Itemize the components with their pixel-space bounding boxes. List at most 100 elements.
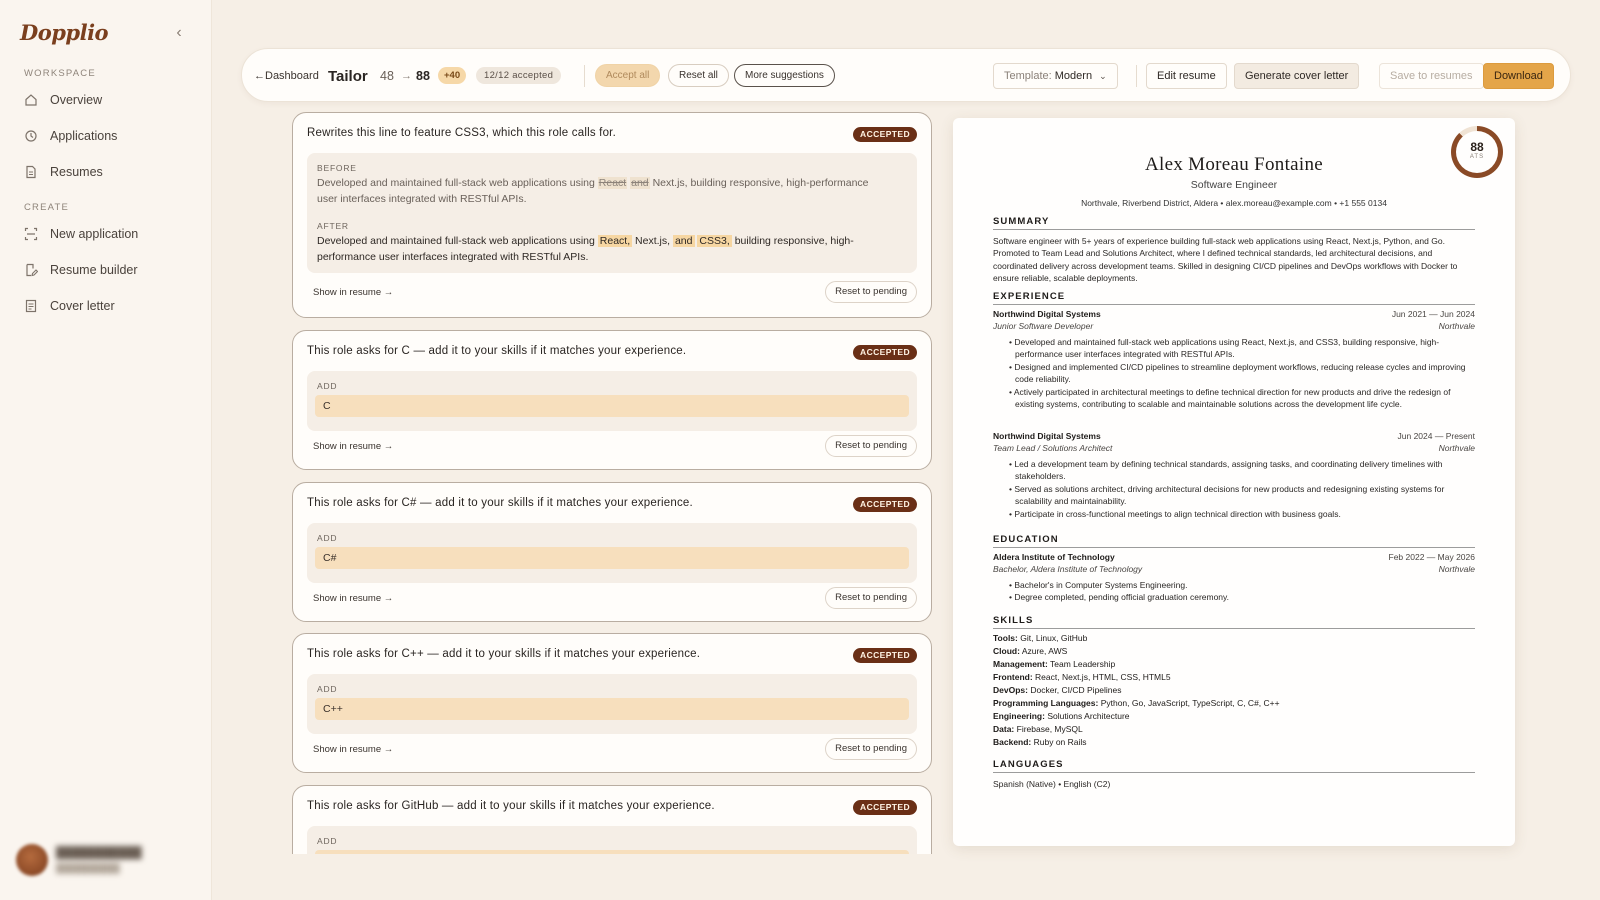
sidebar-item-label: Cover letter [50, 299, 115, 313]
reset-to-pending-button[interactable]: Reset to pending [825, 738, 917, 760]
resume-name: Alex Moreau Fontaine [1144, 154, 1323, 175]
added-skill: C++ [315, 698, 909, 720]
more-suggestions-button[interactable]: More suggestions [734, 64, 835, 87]
edit-document-icon [24, 263, 39, 277]
suggestion-text: This role asks for C++ — add it to your … [307, 648, 701, 660]
education-header: Aldera Institute of Technology Feb 2022 —… [993, 552, 1475, 562]
reset-to-pending-button[interactable]: Reset to pending [825, 281, 917, 303]
before-text: Developed and maintained full-stack web … [317, 177, 869, 205]
show-in-resume-link[interactable]: Show in resume → [313, 593, 393, 604]
resume-contact: Northvale, Riverbend District, Aldera • … [1081, 198, 1387, 208]
suggestions-list: Rewrites this line to feature CSS3, whic… [290, 112, 934, 854]
save-to-resumes-button[interactable]: Save to resumes [1379, 63, 1484, 89]
app-logo[interactable]: Dopplio [20, 20, 109, 45]
sidebar-item-cover-letter[interactable]: Cover letter [18, 292, 198, 320]
added-skill [315, 850, 909, 854]
suggestion-text: This role asks for C — add it to your sk… [307, 345, 687, 357]
divider [584, 65, 585, 87]
accepted-count-badge: 12/12 accepted [476, 67, 562, 84]
score-delta-badge: +40 [438, 67, 467, 84]
download-button[interactable]: Download [1483, 63, 1554, 89]
add-box: ADD C [307, 371, 917, 431]
document-icon [24, 165, 38, 179]
edit-resume-button[interactable]: Edit resume [1146, 63, 1227, 89]
diff-box: BEFORE Developed and maintained full-sta… [307, 153, 917, 273]
generate-cover-letter-button[interactable]: Generate cover letter [1234, 63, 1360, 89]
tailor-toolbar: ←Dashboard Tailor 48 → 88 +40 12/12 acce… [241, 48, 1571, 102]
sidebar-item-label: Resumes [50, 165, 103, 179]
before-label: BEFORE [317, 163, 357, 173]
add-label: ADD [317, 836, 338, 846]
removed-text: React [597, 177, 628, 189]
reset-all-button[interactable]: Reset all [668, 64, 729, 87]
letter-icon [24, 299, 38, 313]
sidebar-item-new-application[interactable]: New application [18, 220, 198, 248]
resume-role: Software Engineer [1190, 179, 1278, 191]
status-badge: ACCEPTED [853, 497, 917, 512]
add-label: ADD [317, 684, 338, 694]
experience-bullets: • Led a development team by defining tec… [1009, 459, 1445, 519]
status-badge: ACCEPTED [853, 648, 917, 663]
experience-subheader: Team Lead / Solutions Architect Northvale [993, 443, 1475, 453]
avatar [16, 844, 48, 876]
template-select[interactable]: Template: Modern ⌄ [993, 63, 1118, 89]
skills-list: Tools: Git, Linux, GitHub Cloud: Azure, … [993, 633, 1280, 747]
scan-icon [24, 227, 38, 241]
divider [1136, 65, 1137, 87]
sidebar-item-label: Applications [50, 129, 118, 143]
arrow-right-icon: → [401, 70, 412, 82]
experience-header: Northwind Digital Systems Jun 2024 — Pres… [993, 431, 1475, 441]
show-in-resume-link[interactable]: Show in resume → [313, 287, 393, 298]
page-title: Tailor [328, 67, 368, 85]
resume-preview: 88 ATS Alex Moreau Fontaine Software Eng… [953, 118, 1515, 846]
add-box: ADD [307, 826, 917, 854]
sidebar-item-applications[interactable]: Applications [18, 122, 198, 150]
score-after: 88 [416, 69, 430, 83]
added-skill: C# [315, 547, 909, 569]
section-heading: EXPERIENCE [993, 291, 1475, 305]
add-label: ADD [317, 381, 338, 391]
chevron-down-icon: ⌄ [1099, 71, 1107, 81]
sidebar-item-resume-builder[interactable]: Resume builder [18, 256, 198, 284]
added-text: CSS3, [697, 235, 732, 247]
template-value: Modern [1054, 70, 1093, 82]
accept-all-button[interactable]: Accept all [595, 64, 661, 87]
add-box: ADD C++ [307, 674, 917, 734]
reset-to-pending-button[interactable]: Reset to pending [825, 587, 917, 609]
collapse-sidebar-icon[interactable]: ‹ [170, 24, 188, 42]
experience-bullets: • Developed and maintained full-stack we… [1009, 337, 1466, 410]
languages-text: Spanish (Native) • English (C2) [993, 779, 1111, 789]
suggestion-card: This role asks for C++ — add it to your … [292, 633, 932, 773]
summary-text: Software engineer with 5+ years of exper… [993, 236, 1458, 284]
user-info-redacted: ███████████ ██████████ [56, 847, 142, 873]
suggestion-card: This role asks for GitHub — add it to yo… [292, 785, 932, 854]
sidebar-item-overview[interactable]: Overview [18, 86, 198, 114]
suggestion-card: This role asks for C — add it to your sk… [292, 330, 932, 470]
added-text: React, [597, 235, 633, 247]
create-label: CREATE [24, 202, 70, 213]
home-icon [24, 93, 38, 107]
show-in-resume-link[interactable]: Show in resume → [313, 441, 393, 452]
suggestion-text: This role asks for C# — add it to your s… [307, 497, 693, 509]
section-heading: SKILLS [993, 615, 1475, 629]
reset-to-pending-button[interactable]: Reset to pending [825, 435, 917, 457]
suggestion-card: This role asks for C# — add it to your s… [292, 482, 932, 622]
suggestion-card: Rewrites this line to feature CSS3, whic… [292, 112, 932, 318]
after-text: Developed and maintained full-stack web … [317, 235, 854, 263]
added-skill: C [315, 395, 909, 417]
added-text: and [672, 235, 695, 247]
education-bullets: • Bachelor's in Computer Systems Enginee… [1009, 580, 1230, 603]
add-label: ADD [317, 533, 338, 543]
template-label: Template: [1004, 70, 1052, 82]
sidebar-item-resumes[interactable]: Resumes [18, 158, 198, 186]
ats-score: 88 [1470, 140, 1484, 154]
suggestion-text: Rewrites this line to feature CSS3, whic… [307, 127, 616, 139]
add-box: ADD C# [307, 523, 917, 583]
suggestion-text: This role asks for GitHub — add it to yo… [307, 800, 715, 812]
status-badge: ACCEPTED [853, 800, 917, 815]
user-profile[interactable]: ███████████ ██████████ [16, 840, 196, 880]
status-badge: ACCEPTED [853, 127, 917, 142]
section-heading: EDUCATION [993, 534, 1475, 548]
show-in-resume-link[interactable]: Show in resume → [313, 744, 393, 755]
back-to-dashboard-link[interactable]: ←Dashboard [254, 49, 319, 103]
